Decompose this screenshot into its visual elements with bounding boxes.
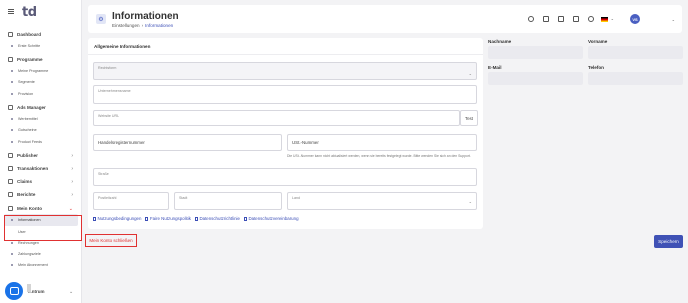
sidebar-item-transaktionen[interactable]: Transaktionen › — [0, 163, 82, 174]
ust-nummer-field[interactable]: USt.-Nummer — [287, 134, 477, 151]
email-field[interactable] — [488, 72, 583, 85]
unternehmensname-field[interactable]: Unternehmensname — [93, 85, 477, 104]
sidebar-item-zahlungsziele[interactable]: Zahlungsziele — [0, 248, 82, 259]
sidebar-item-mein-abonnement[interactable]: Mein Abonnement — [0, 259, 82, 270]
chevron-right-icon: › — [71, 166, 73, 173]
header-icons — [528, 16, 594, 22]
drag-handle-icon[interactable] — [27, 284, 31, 292]
document-icon — [93, 216, 96, 221]
breadcrumb-einstellungen[interactable]: Einstellungen — [112, 23, 140, 28]
chevron-down-icon[interactable]: ⌄ — [672, 17, 675, 22]
chevron-down-icon: ⌄ — [468, 199, 472, 204]
vorname-label: Vorname — [588, 39, 608, 44]
dashboard-icon — [8, 32, 13, 38]
nachname-field[interactable] — [488, 46, 583, 59]
document-icon — [243, 216, 247, 221]
section-title: Allgemeine Informationen — [94, 44, 151, 49]
handelsregisternummer-field[interactable]: Handelsregisternummer — [93, 134, 282, 151]
sidebar-item-claims[interactable]: Claims › — [0, 176, 82, 187]
chat-icon[interactable] — [5, 282, 23, 300]
bell-icon[interactable] — [588, 16, 594, 22]
cart-off-icon[interactable] — [543, 16, 549, 22]
legal-links: Nutzungsbedingungen Faire Nutzungspoliti… — [93, 216, 299, 221]
sidebar-item-publisher[interactable]: Publisher › — [0, 150, 82, 161]
chevron-down-icon: ⌄ — [69, 289, 74, 295]
publisher-icon — [8, 152, 13, 158]
sidebar: td Dashboard Erste Schritte Programme Me… — [0, 0, 82, 303]
sidebar-item-dashboard[interactable]: Dashboard — [0, 29, 82, 40]
sidebar-item-mein-konto[interactable]: Mein Konto ⌄ — [0, 203, 82, 214]
close-account-button[interactable]: Mein Konto schließen — [85, 234, 137, 247]
sidebar-item-berichte[interactable]: Berichte › — [0, 189, 82, 200]
menu-icon[interactable] — [8, 9, 14, 15]
breadcrumb: Einstellungen › Informationen — [112, 23, 174, 28]
strasse-field[interactable]: Straße — [93, 168, 477, 186]
sidebar-item-provision[interactable]: Provision — [0, 88, 82, 100]
rechtsform-select[interactable]: Rechtsform ⌄ — [93, 62, 477, 80]
mail-icon[interactable] — [573, 16, 579, 22]
sidebar-item-product-feeds[interactable]: Product Feeds — [0, 136, 82, 148]
general-info-card: Allgemeine Informationen Rechtsform ⌄ Un… — [88, 38, 483, 229]
sidebar-item-user[interactable]: User — [0, 226, 82, 237]
sidebar-item-informationen[interactable]: Informationen — [4, 214, 78, 227]
link-faire-nutzungspolitik[interactable]: Faire Nutzungspolitik — [145, 216, 191, 221]
ads-icon — [8, 104, 13, 110]
page-header: ⚙ Informationen Einstellungen › Informatio… — [88, 5, 682, 33]
email-label: E-Mail — [488, 65, 502, 70]
chevron-down-icon[interactable]: ⌄ — [611, 16, 614, 21]
logo: td — [22, 5, 37, 20]
telefon-field[interactable] — [588, 72, 683, 85]
save-button[interactable]: Speichern — [654, 235, 683, 248]
sidebar-nav: Dashboard Erste Schritte Programme Meine… — [0, 27, 82, 270]
vorname-field[interactable] — [588, 46, 683, 59]
chevron-right-icon: › — [71, 152, 73, 159]
ust-help-text: Die USt.-Nummer kann nicht aktualisiert … — [287, 154, 471, 158]
sidebar-item-segmente[interactable]: Segmente — [0, 77, 82, 89]
account-icon — [8, 206, 13, 212]
sidebar-item-erste-schritte[interactable]: Erste Schritte — [0, 40, 82, 52]
german-flag-icon[interactable] — [601, 17, 608, 22]
programme-icon — [8, 56, 13, 62]
chat-bubble-icon[interactable] — [558, 16, 564, 22]
users-icon[interactable] — [528, 16, 534, 22]
chevron-right-icon: › — [71, 179, 73, 186]
link-datenschutzvereinbarung[interactable]: Datenschutzvereinbarung — [243, 216, 299, 221]
telefon-label: Telefon — [588, 65, 604, 70]
sidebar-item-meine-programme[interactable]: Meine Programme — [0, 65, 82, 77]
settings-icon: ⚙ — [96, 14, 106, 24]
test-button[interactable]: Test — [460, 110, 478, 126]
link-datenschutzrichtlinie[interactable]: Datenschutzrichtlinie — [194, 216, 240, 221]
breadcrumb-informationen: Informationen — [145, 23, 174, 28]
link-nutzungsbedingungen[interactable]: Nutzungsbedingungen — [93, 216, 141, 221]
transaktionen-icon — [8, 166, 13, 172]
website-url-field[interactable]: Website URL — [93, 110, 460, 126]
chevron-down-icon: ⌄ — [68, 206, 73, 213]
chevron-right-icon: › — [71, 192, 73, 199]
sidebar-item-gutscheine[interactable]: Gutscheine — [0, 125, 82, 137]
document-icon — [145, 216, 149, 221]
nachname-label: Nachname — [488, 39, 512, 44]
avatar[interactable]: VS — [630, 14, 640, 24]
sidebar-item-ads-manager[interactable]: Ads Manager — [0, 102, 82, 113]
sidebar-item-programme[interactable]: Programme — [0, 54, 82, 65]
stadt-field[interactable]: Stadt — [174, 192, 282, 210]
sidebar-item-werbemittel[interactable]: Werbemittel — [0, 113, 82, 125]
sidebar-item-rechnungen[interactable]: Rechnungen — [0, 237, 82, 248]
berichte-icon — [8, 192, 13, 198]
land-select[interactable]: Land ⌄ — [287, 192, 477, 210]
page-title: Informationen — [112, 11, 179, 22]
claims-icon — [8, 179, 13, 185]
postleitzahl-field[interactable]: Postleitzahl — [93, 192, 169, 210]
document-icon — [194, 216, 198, 221]
chevron-down-icon: ⌄ — [468, 71, 472, 76]
